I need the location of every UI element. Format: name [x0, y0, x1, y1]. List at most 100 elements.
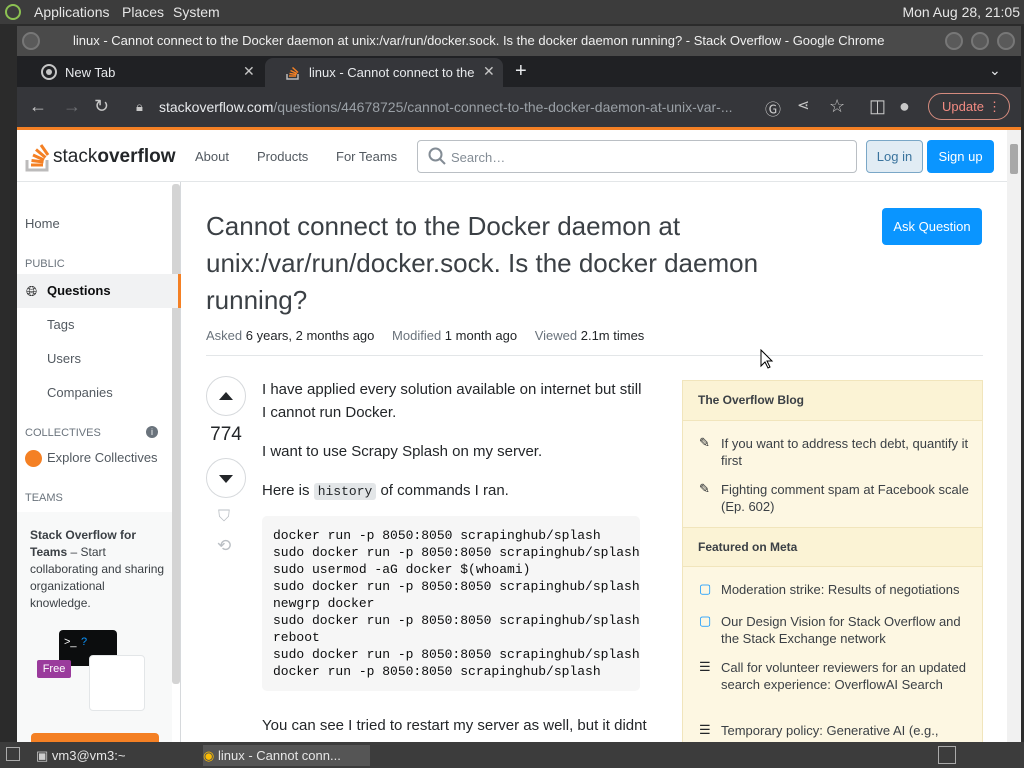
nav-header-collectives: COLLECTIVES	[25, 427, 101, 439]
search-input[interactable]: Search…	[417, 140, 857, 173]
window-titlebar[interactable]: linux - Cannot connect to the Docker dae…	[17, 26, 1021, 56]
teams-promo-text: Stack Overflow for Teams – Start collabo…	[30, 528, 165, 610]
reload-icon[interactable]: ↻	[94, 96, 109, 117]
share-icon[interactable]: ⋖	[797, 96, 810, 114]
address-bar[interactable]: stackoverflow.com/questions/44678725/can…	[159, 92, 799, 122]
info-icon[interactable]: i	[146, 426, 158, 438]
nav-about[interactable]: About	[195, 149, 229, 164]
stackoverflow-logo[interactable]: stackoverflow	[25, 140, 185, 172]
globe-icon: 🌐︎	[26, 283, 38, 299]
inline-code: history	[313, 483, 377, 500]
close-window-icon[interactable]	[997, 32, 1015, 50]
close-tab-icon[interactable]: ✕	[483, 63, 495, 80]
tab-strip: New Tab ✕ linux - Cannot connect to the …	[17, 56, 1021, 87]
collectives-icon	[25, 450, 42, 467]
post-paragraph: I want to use Scrapy Splash on my server…	[262, 443, 543, 460]
nav-companies[interactable]: Companies	[47, 385, 113, 400]
post-paragraph: You can see I tried to restart my server…	[262, 717, 647, 742]
menu-system[interactable]: System	[173, 4, 220, 20]
tab-stackoverflow[interactable]: linux - Cannot connect to the D ✕	[265, 58, 503, 87]
nav-users[interactable]: Users	[47, 351, 81, 366]
tab-label: linux - Cannot connect to the D	[309, 65, 479, 80]
chrome-icon: ◉	[203, 748, 215, 763]
page-scrollbar[interactable]	[1007, 130, 1021, 742]
google-lens-icon[interactable]: Ⓖ	[765, 96, 781, 120]
show-desktop-icon[interactable]	[6, 747, 20, 761]
upvote-button[interactable]	[206, 376, 246, 416]
new-tab-icon[interactable]: +	[515, 60, 527, 83]
forward-icon[interactable]: →	[63, 96, 81, 117]
post-paragraph: Here is history of commands I ran.	[262, 482, 509, 500]
teams-promo: Stack Overflow for Teams – Start collabo…	[17, 512, 172, 742]
left-sidebar-scrollbar[interactable]	[172, 184, 180, 684]
search-icon	[428, 147, 446, 165]
task-terminal[interactable]: ▣ vm3@vm3:~	[36, 745, 196, 766]
meta-widget-header: Featured on Meta	[683, 527, 982, 567]
minimize-icon[interactable]	[945, 32, 963, 50]
nav-header-teams: TEAMS	[25, 492, 63, 504]
question-title[interactable]: Cannot connect to the Docker daemon at u…	[206, 208, 826, 319]
blog-widget-header: The Overflow Blog	[683, 381, 982, 421]
chat-bubble-icon: ▢	[699, 613, 712, 628]
tab-search-chevron-icon[interactable]: ⌄	[989, 62, 1001, 79]
menu-applications[interactable]: Applications	[34, 4, 110, 20]
task-chrome[interactable]: ◉ linux - Cannot conn...	[203, 745, 370, 766]
menu-places[interactable]: Places	[122, 4, 164, 20]
terminal-icon: ▣	[36, 748, 49, 763]
window-menu-icon[interactable]	[22, 32, 40, 50]
nav-explore-collectives[interactable]: Explore Collectives	[47, 450, 158, 465]
stack-exchange-icon: ☰	[699, 722, 711, 737]
nav-tags[interactable]: Tags	[47, 317, 74, 332]
post-paragraph: I have applied every solution available …	[262, 381, 642, 421]
site-info-lock-icon[interactable]: 🔒︎	[136, 99, 143, 115]
blog-link[interactable]: Fighting comment spam at Facebook scale …	[721, 481, 969, 515]
maximize-icon[interactable]	[971, 32, 989, 50]
tab-label: New Tab	[65, 65, 116, 80]
nav-for-teams[interactable]: For Teams	[336, 149, 397, 164]
ask-question-button[interactable]: Ask Question	[882, 208, 982, 245]
bookmark-icon[interactable]: ⛉	[218, 508, 230, 526]
distro-logo-icon[interactable]	[5, 4, 21, 20]
back-icon[interactable]: ←	[29, 96, 47, 117]
workspace-switcher-icon[interactable]	[938, 746, 956, 764]
top-panel: Applications Places System Mon Aug 28, 2…	[0, 0, 1024, 24]
meta-link[interactable]: Moderation strike: Results of negotiatio…	[721, 581, 969, 598]
overflow-blog-widget: The Overflow Blog ✎ If you want to addre…	[682, 380, 983, 742]
stackoverflow-favicon-icon	[286, 66, 299, 80]
pencil-icon: ✎	[699, 435, 710, 450]
close-tab-icon[interactable]: ✕	[243, 63, 255, 80]
so-header: stackoverflow About Products For Teams S…	[17, 130, 1007, 182]
chrome-window: linux - Cannot connect to the Docker dae…	[17, 26, 1021, 742]
bookmark-star-icon[interactable]: ☆	[829, 96, 845, 117]
free-badge: Free	[37, 660, 71, 678]
profile-avatar-icon[interactable]: ●	[899, 96, 910, 117]
mouse-cursor-icon	[760, 349, 774, 369]
teams-cta-button[interactable]	[31, 733, 159, 742]
downvote-button[interactable]	[206, 458, 246, 498]
history-icon[interactable]: ⟲	[217, 536, 231, 556]
stack-exchange-icon: ☰	[699, 659, 711, 674]
taskbar: ▣ vm3@vm3:~ ◉ linux - Cannot conn...	[0, 742, 1024, 768]
meta-link[interactable]: Temporary policy: Generative AI (e.g., C…	[721, 722, 969, 742]
nav-home[interactable]: Home	[25, 216, 60, 231]
side-panel-icon[interactable]: ◫	[869, 96, 886, 117]
nav-products[interactable]: Products	[257, 149, 308, 164]
upvote-arrow-icon	[219, 392, 233, 400]
update-button[interactable]: Update ⋮	[928, 93, 1010, 120]
tab-new-tab[interactable]: New Tab ✕	[21, 58, 266, 87]
meta-link[interactable]: Call for volunteer reviewers for an upda…	[721, 659, 969, 693]
stackoverflow-logo-icon	[25, 144, 50, 172]
meta-link[interactable]: Our Design Vision for Stack Overflow and…	[721, 613, 969, 647]
chrome-icon	[41, 64, 57, 80]
nav-questions[interactable]: 🌐︎ Questions	[17, 274, 181, 308]
scrollbar-thumb[interactable]	[1010, 144, 1018, 174]
signup-button[interactable]: Sign up	[927, 140, 994, 173]
pencil-icon: ✎	[699, 481, 710, 496]
code-block[interactable]: docker run -p 8050:8050 scrapinghub/spla…	[262, 516, 640, 691]
downvote-arrow-icon	[219, 475, 233, 483]
vote-score: 774	[210, 424, 242, 445]
login-button[interactable]: Log in	[866, 140, 923, 173]
webpage: stackoverflow About Products For Teams S…	[17, 130, 1007, 742]
blog-link[interactable]: If you want to address tech debt, quanti…	[721, 435, 969, 469]
clock[interactable]: Mon Aug 28, 21:05	[902, 4, 1020, 20]
